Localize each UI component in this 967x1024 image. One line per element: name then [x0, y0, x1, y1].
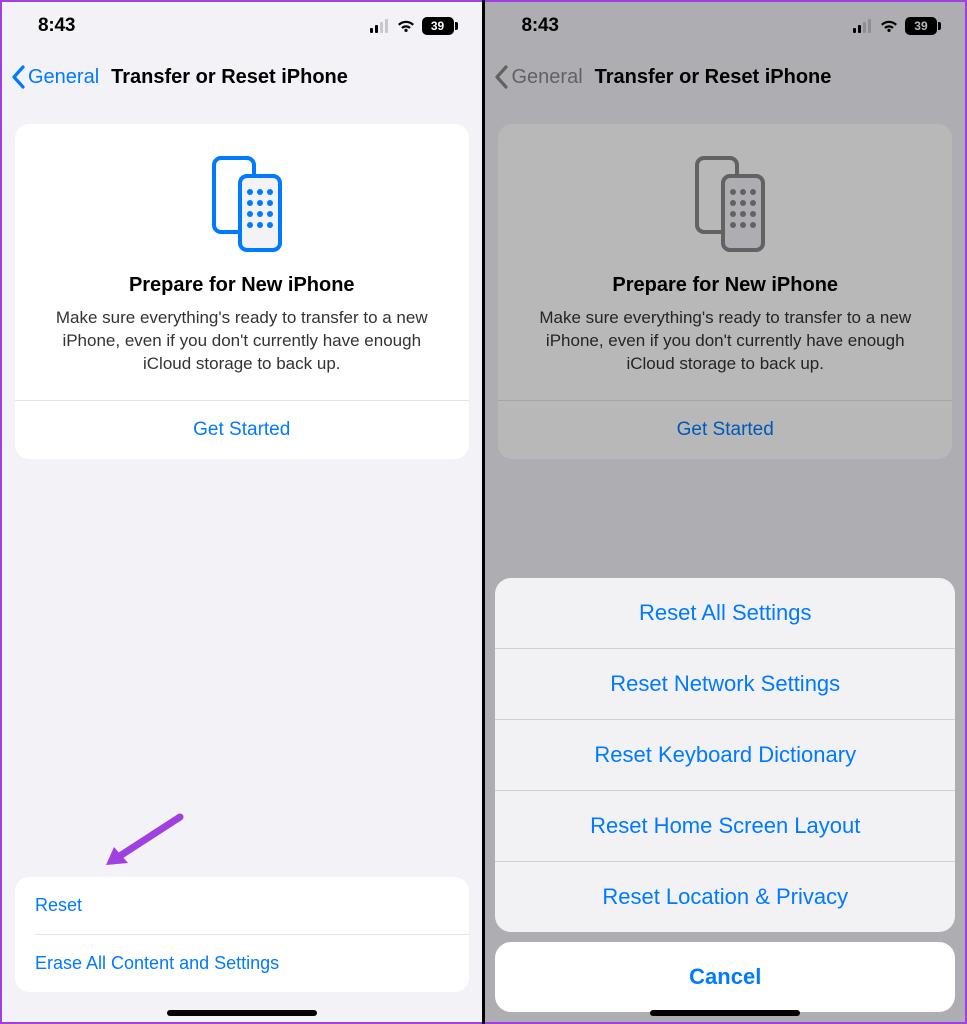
- back-button: General: [511, 66, 582, 89]
- cellular-icon: [370, 19, 390, 33]
- battery-icon: 39: [905, 17, 937, 35]
- status-bar: 8:43 39: [2, 2, 482, 50]
- prepare-title: Prepare for New iPhone: [33, 274, 451, 297]
- reset-all-settings-button[interactable]: Reset All Settings: [495, 578, 955, 648]
- prepare-description: Make sure everything's ready to transfer…: [516, 307, 934, 400]
- reset-location-privacy-button[interactable]: Reset Location & Privacy: [495, 862, 955, 932]
- back-chevron-icon: [493, 64, 511, 90]
- status-icons: 39: [853, 17, 937, 35]
- get-started-button[interactable]: Get Started: [33, 401, 451, 459]
- battery-icon: 39: [422, 17, 454, 35]
- phones-illustration-icon: [516, 152, 934, 252]
- phones-illustration-icon: [33, 152, 451, 252]
- prepare-description: Make sure everything's ready to transfer…: [33, 307, 451, 400]
- nav-title: Transfer or Reset iPhone: [111, 66, 348, 89]
- nav-bar: General Transfer or Reset iPhone: [485, 50, 965, 104]
- get-started-button: Get Started: [516, 401, 934, 459]
- wifi-icon: [879, 19, 899, 33]
- back-button[interactable]: General: [28, 66, 99, 89]
- status-time: 8:43: [521, 15, 558, 37]
- nav-title: Transfer or Reset iPhone: [595, 66, 832, 89]
- home-indicator[interactable]: [167, 1010, 317, 1016]
- status-time: 8:43: [38, 15, 75, 37]
- phone-left: 8:43 39 General Transfer or Reset iPhone: [0, 0, 482, 1024]
- home-indicator[interactable]: [650, 1010, 800, 1016]
- phone-right: 8:43 39 General Transfer or Reset iPhone: [485, 0, 967, 1024]
- status-bar: 8:43 39: [485, 2, 965, 50]
- nav-bar: General Transfer or Reset iPhone: [2, 50, 482, 104]
- reset-keyboard-dictionary-button[interactable]: Reset Keyboard Dictionary: [495, 720, 955, 790]
- wifi-icon: [396, 19, 416, 33]
- arrow-annotation-icon: [100, 811, 190, 880]
- reset-action-sheet: Reset All Settings Reset Network Setting…: [495, 578, 955, 1012]
- prepare-title: Prepare for New iPhone: [516, 274, 934, 297]
- cancel-button[interactable]: Cancel: [495, 942, 955, 1012]
- reset-network-settings-button[interactable]: Reset Network Settings: [495, 649, 955, 719]
- erase-all-button[interactable]: Erase All Content and Settings: [15, 935, 469, 992]
- bottom-actions-list: Reset Erase All Content and Settings: [15, 877, 469, 992]
- cellular-icon: [853, 19, 873, 33]
- back-chevron-icon[interactable]: [10, 64, 28, 90]
- prepare-card: Prepare for New iPhone Make sure everyth…: [498, 124, 952, 459]
- prepare-card: Prepare for New iPhone Make sure everyth…: [15, 124, 469, 459]
- reset-home-screen-layout-button[interactable]: Reset Home Screen Layout: [495, 791, 955, 861]
- reset-button[interactable]: Reset: [15, 877, 469, 934]
- sheet-options: Reset All Settings Reset Network Setting…: [495, 578, 955, 932]
- status-icons: 39: [370, 17, 454, 35]
